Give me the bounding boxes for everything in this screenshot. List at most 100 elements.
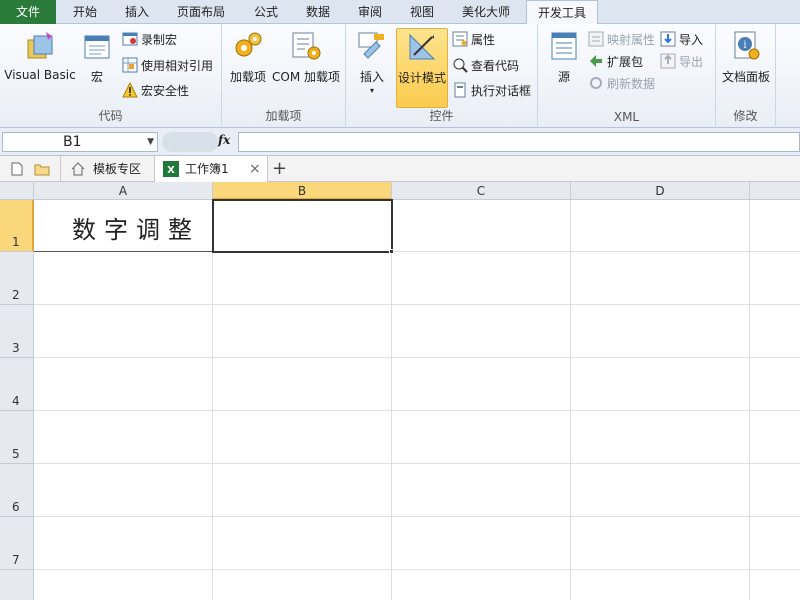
tab-workbook1[interactable]: X 工作簿1 ×: [154, 156, 268, 182]
import-label: 导入: [679, 33, 704, 47]
row-header-1[interactable]: 1: [0, 200, 34, 252]
grid-cell[interactable]: [34, 411, 213, 464]
grid-cell[interactable]: [571, 570, 750, 600]
grid-cell[interactable]: [213, 411, 392, 464]
grid-cell[interactable]: [213, 570, 392, 600]
properties-button[interactable]: 属性: [452, 30, 495, 50]
tab-page-layout[interactable]: 页面布局: [166, 0, 236, 24]
grid-cell[interactable]: [213, 252, 392, 305]
addins-button[interactable]: 加载项: [226, 28, 270, 108]
tab-review[interactable]: 审阅: [344, 0, 396, 24]
map-properties-button[interactable]: 映射属性: [588, 30, 655, 50]
refresh-data-button[interactable]: 刷新数据: [588, 74, 655, 94]
grid-cell[interactable]: [392, 305, 571, 358]
grid-cell[interactable]: [571, 200, 750, 252]
grid-cell[interactable]: [213, 358, 392, 411]
row-header-5[interactable]: 5: [0, 411, 34, 464]
document-panel-button[interactable]: i 文档面板: [718, 28, 774, 108]
grid-cell[interactable]: [34, 570, 213, 600]
document-panel-icon: i: [734, 31, 760, 60]
row-header-2[interactable]: 2: [0, 252, 34, 305]
relative-reference-label: 使用相对引用: [141, 59, 214, 73]
grid-cell[interactable]: [750, 200, 800, 252]
import-button[interactable]: 导入: [660, 30, 703, 50]
grid-cell[interactable]: [571, 517, 750, 570]
row-header-7[interactable]: 7: [0, 517, 34, 570]
grid-cell[interactable]: [571, 358, 750, 411]
view-code-button[interactable]: 查看代码: [452, 56, 519, 76]
grid-cell[interactable]: [750, 358, 800, 411]
export-button[interactable]: 导出: [660, 52, 703, 72]
grid-cell[interactable]: [750, 517, 800, 570]
formula-input[interactable]: [238, 132, 800, 152]
macro-button[interactable]: 宏: [80, 28, 114, 108]
cell-a1[interactable]: 数字调整: [34, 200, 213, 252]
tab-developer[interactable]: 开发工具: [526, 0, 598, 25]
visual-basic-button[interactable]: Visual Basic: [2, 28, 78, 108]
close-icon[interactable]: ×: [249, 156, 261, 182]
grid-cell[interactable]: [571, 305, 750, 358]
fill-handle[interactable]: [389, 249, 394, 254]
name-box[interactable]: B1 ▼: [2, 132, 158, 152]
tab-home[interactable]: 开始: [60, 0, 110, 24]
grid-cell[interactable]: [571, 411, 750, 464]
relative-reference-button[interactable]: 使用相对引用: [122, 56, 213, 76]
column-header-b[interactable]: B: [213, 182, 392, 200]
grid-cell[interactable]: [34, 305, 213, 358]
grid-cell[interactable]: [571, 464, 750, 517]
grid-cell[interactable]: [34, 464, 213, 517]
tab-template-zone[interactable]: 模板专区: [60, 156, 154, 182]
grid-cell[interactable]: [392, 464, 571, 517]
new-document-icon[interactable]: [10, 162, 24, 176]
tab-formulas[interactable]: 公式: [240, 0, 292, 24]
chevron-down-icon[interactable]: ▼: [147, 133, 154, 151]
row-header-3[interactable]: 3: [0, 305, 34, 358]
column-header-e[interactable]: [750, 182, 800, 200]
xml-source-button[interactable]: 源: [544, 28, 584, 108]
grid-cell[interactable]: [571, 252, 750, 305]
formula-bar-controls[interactable]: [162, 132, 218, 152]
grid-cell[interactable]: [213, 464, 392, 517]
tab-data[interactable]: 数据: [292, 0, 344, 24]
column-header-d[interactable]: D: [571, 182, 750, 200]
insert-function-button[interactable]: fx: [218, 133, 230, 147]
column-header-c[interactable]: C: [392, 182, 571, 200]
grid-cell[interactable]: [34, 358, 213, 411]
row-header-4[interactable]: 4: [0, 358, 34, 411]
run-dialog-button[interactable]: 执行对话框: [452, 81, 531, 101]
grid-cell[interactable]: [750, 464, 800, 517]
insert-control-button[interactable]: 插入 ▾: [350, 28, 394, 108]
grid-cell[interactable]: [392, 517, 571, 570]
workbook1-label: 工作簿1: [185, 162, 229, 176]
grid-cell[interactable]: [750, 252, 800, 305]
grid-cell[interactable]: [213, 305, 392, 358]
macro-security-button[interactable]: 宏安全性: [122, 81, 189, 101]
select-all-corner[interactable]: [0, 182, 34, 200]
row-header-8[interactable]: [0, 570, 34, 600]
svg-text:i: i: [743, 40, 746, 51]
grid-cell[interactable]: [750, 411, 800, 464]
tab-beautify[interactable]: 美化大师: [450, 0, 522, 24]
grid-cell[interactable]: [392, 200, 571, 252]
open-folder-icon[interactable]: [34, 162, 50, 176]
column-header-a[interactable]: A: [34, 182, 213, 200]
com-addins-button[interactable]: COM 加载项: [270, 28, 342, 108]
grid-cell[interactable]: [213, 517, 392, 570]
grid-cell[interactable]: [34, 252, 213, 305]
selected-cell-b1[interactable]: [212, 199, 393, 253]
grid-cell[interactable]: [392, 570, 571, 600]
design-mode-button[interactable]: 设计模式: [396, 28, 448, 108]
record-macro-button[interactable]: 录制宏: [122, 30, 177, 50]
grid-cell[interactable]: [34, 517, 213, 570]
expansion-pack-button[interactable]: 扩展包: [588, 52, 643, 72]
grid-cell[interactable]: [392, 358, 571, 411]
row-header-6[interactable]: 6: [0, 464, 34, 517]
tab-view[interactable]: 视图: [396, 0, 448, 24]
tab-insert[interactable]: 插入: [112, 0, 162, 24]
tab-file[interactable]: 文件: [0, 0, 56, 24]
grid-cell[interactable]: [392, 411, 571, 464]
grid-cell[interactable]: [750, 570, 800, 600]
grid-cell[interactable]: [750, 305, 800, 358]
grid-cell[interactable]: [392, 252, 571, 305]
add-tab-icon[interactable]: +: [272, 157, 287, 181]
